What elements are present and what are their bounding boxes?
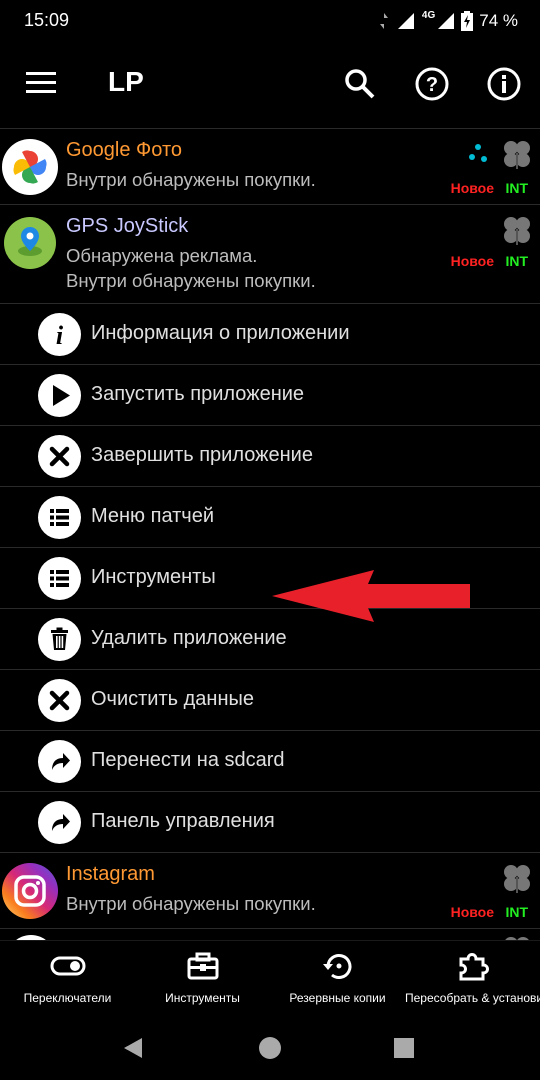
app-row-google-photos[interactable]: Google Фото Внутри обнаружены покупки. Н… bbox=[0, 129, 540, 205]
badge-new: Новое bbox=[450, 253, 494, 269]
clover-icon bbox=[504, 217, 530, 245]
cell-signal-icon bbox=[438, 13, 455, 29]
close-icon bbox=[38, 435, 81, 478]
badge-int: INT bbox=[505, 253, 528, 269]
menu-item-label: Информация о приложении bbox=[91, 322, 350, 344]
app-desc: Внутри обнаружены покупки. bbox=[66, 893, 316, 914]
share-arrow-icon bbox=[38, 801, 81, 844]
recents-icon[interactable] bbox=[393, 1037, 415, 1059]
play-icon bbox=[38, 374, 81, 417]
badge-new: Новое bbox=[450, 904, 494, 920]
menu-item-control-panel[interactable]: Панель управления bbox=[0, 792, 540, 853]
badge-new: Новое bbox=[450, 180, 494, 196]
trash-icon bbox=[38, 618, 81, 661]
menu-item-label: Панель управления bbox=[91, 810, 275, 832]
badge-int: INT bbox=[505, 180, 528, 196]
menu-item-move-to-sdcard[interactable]: Перенести на sdcard bbox=[0, 731, 540, 792]
bottom-navigation: Переключатели Инструменты Резервные копи… bbox=[0, 940, 540, 1023]
menu-item-launch-app[interactable]: Запустить приложение bbox=[0, 365, 540, 426]
info-i-icon: i bbox=[38, 313, 81, 356]
menu-item-tools[interactable]: Инструменты bbox=[0, 548, 540, 622]
clover-icon bbox=[504, 141, 530, 169]
menu-item-uninstall[interactable]: Удалить приложение bbox=[0, 609, 540, 670]
app-bar: LP ? bbox=[0, 40, 540, 128]
app-desc: Внутри обнаружены покупки. bbox=[66, 169, 316, 190]
gps-joystick-icon bbox=[4, 217, 56, 269]
app-desc-line: Внутри обнаружены покупки. bbox=[66, 270, 316, 291]
battery-charging-icon bbox=[461, 11, 474, 31]
toggle-icon bbox=[50, 956, 85, 976]
vibrate-icon bbox=[379, 13, 388, 29]
app-row-instagram[interactable]: Instagram Внутри обнаружены покупки. Нов… bbox=[0, 853, 540, 929]
menu-item-app-info[interactable]: i Информация о приложении bbox=[0, 304, 540, 365]
nav-label: Резервные копии bbox=[289, 991, 386, 1005]
menu-item-label: Очистить данные bbox=[91, 688, 254, 710]
google-photos-icon bbox=[2, 139, 58, 195]
nav-tools[interactable]: Инструменты bbox=[135, 951, 270, 1023]
close-icon bbox=[38, 679, 81, 722]
menu-item-label: Запустить приложение bbox=[91, 383, 305, 405]
network-type: 4G bbox=[421, 9, 436, 21]
menu-item-label: Удалить приложение bbox=[91, 627, 287, 649]
help-icon[interactable]: ? bbox=[412, 64, 452, 104]
info-icon[interactable] bbox=[484, 64, 524, 104]
app-name: Instagram bbox=[66, 863, 155, 885]
app-name: GPS JoyStick bbox=[66, 215, 189, 237]
status-time: 15:09 bbox=[24, 10, 70, 30]
nav-label: Пересобрать & установить bbox=[405, 991, 540, 1005]
menu-item-clear-data[interactable]: Очистить данные bbox=[0, 670, 540, 731]
instagram-icon bbox=[2, 863, 58, 919]
puzzle-icon bbox=[459, 953, 489, 981]
app-row-gps-joystick[interactable]: GPS JoyStick Обнаружена реклама. Внутри … bbox=[0, 205, 540, 304]
page-title: LP bbox=[108, 66, 144, 97]
nav-switches[interactable]: Переключатели bbox=[0, 951, 135, 1023]
toolbox-icon bbox=[187, 952, 218, 980]
menu-item-label: Завершить приложение bbox=[91, 444, 313, 466]
menu-item-label: Перенести на sdcard bbox=[91, 749, 285, 771]
home-icon[interactable] bbox=[257, 1035, 283, 1061]
clover-icon bbox=[504, 865, 530, 893]
badge-int: INT bbox=[505, 904, 528, 920]
app-desc-line: Обнаружена реклама. bbox=[66, 245, 258, 266]
dots-icon bbox=[469, 144, 487, 162]
menu-item-label: Меню патчей bbox=[91, 505, 214, 527]
app-name: Google Фото bbox=[66, 139, 182, 161]
menu-item-label: Инструменты bbox=[91, 566, 216, 588]
menu-item-patch-menu[interactable]: Меню патчей bbox=[0, 487, 540, 548]
nav-label: Переключатели bbox=[23, 991, 112, 1005]
svg-text:i: i bbox=[56, 321, 64, 350]
nav-rebuild-install[interactable]: Пересобрать & установить bbox=[405, 951, 540, 1023]
list-icon bbox=[38, 557, 81, 600]
search-icon[interactable] bbox=[340, 64, 380, 104]
battery-percent: 74 % bbox=[479, 11, 518, 30]
app-desc: Обнаружена реклама. Внутри обнаружены по… bbox=[66, 243, 316, 293]
status-icons: 4G 74 % bbox=[378, 10, 518, 32]
wifi-signal-icon bbox=[397, 13, 414, 29]
list-icon bbox=[38, 496, 81, 539]
nav-backups[interactable]: Резервные копии bbox=[270, 951, 405, 1023]
share-arrow-icon bbox=[38, 740, 81, 783]
menu-item-kill-app[interactable]: Завершить приложение bbox=[0, 426, 540, 487]
backup-restore-icon bbox=[322, 954, 351, 979]
status-bar: 15:09 4G 74 % bbox=[0, 0, 540, 40]
hamburger-menu-icon[interactable] bbox=[26, 70, 58, 96]
app-list[interactable]: Google Фото Внутри обнаружены покупки. Н… bbox=[0, 128, 540, 941]
svg-text:?: ? bbox=[426, 74, 438, 96]
back-icon[interactable] bbox=[120, 1035, 146, 1061]
nav-label: Инструменты bbox=[165, 991, 240, 1005]
system-navigation-bar bbox=[0, 1022, 540, 1080]
